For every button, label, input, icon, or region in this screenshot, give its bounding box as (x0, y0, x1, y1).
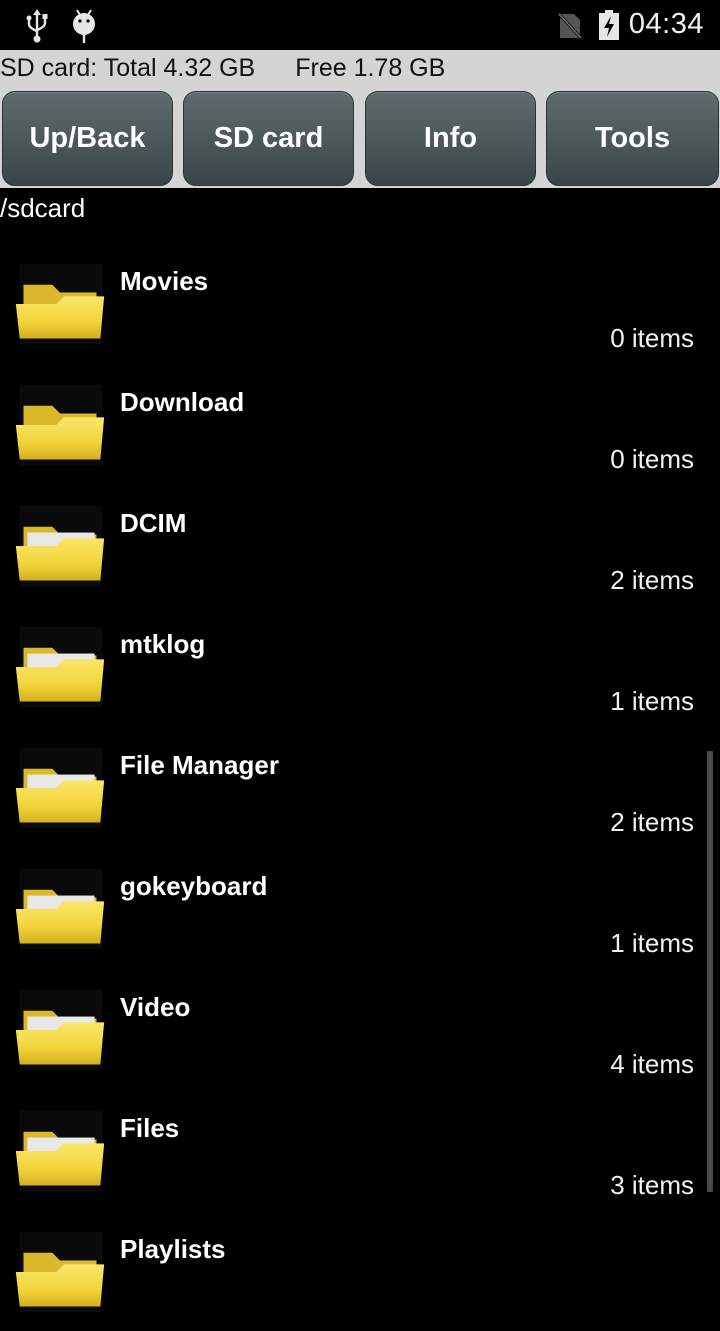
folder-item-count: 0 items (610, 323, 694, 353)
folder-empty-icon (15, 384, 105, 466)
folder-item-count: 4 items (610, 1049, 694, 1079)
folder-list: Movies 0 items Download 0 items DCIM 2 items m… (0, 242, 720, 1331)
tools-button[interactable]: Tools (546, 91, 719, 186)
android-debug-icon (73, 9, 95, 43)
no-sim-icon (556, 12, 584, 40)
sd-card-button[interactable]: SD card (183, 91, 354, 186)
folder-name: Video (120, 992, 191, 1022)
up-back-button[interactable]: Up/Back (2, 91, 173, 186)
storage-free: Free 1.78 GB (295, 54, 446, 82)
folder-row[interactable]: mtklog 1 items (0, 605, 720, 726)
folder-with-files-icon (15, 626, 105, 708)
folder-empty-icon (15, 263, 105, 345)
info-button[interactable]: Info (365, 91, 536, 186)
folder-name: Download (120, 387, 245, 417)
folder-row[interactable]: Movies 0 items (0, 242, 720, 363)
folder-row[interactable]: Video 4 items (0, 968, 720, 1089)
folder-item-count: 3 items (610, 1170, 694, 1200)
folder-name: mtklog (120, 629, 206, 659)
folder-with-files-icon (15, 868, 105, 950)
folder-row[interactable]: Playlists (0, 1210, 720, 1331)
folder-row[interactable]: File Manager 2 items (0, 726, 720, 847)
folder-item-count: 1 items (610, 928, 694, 958)
status-clock: 04:34 (628, 8, 704, 40)
folder-item-count: 0 items (610, 444, 694, 474)
folder-name: gokeyboard (120, 871, 268, 901)
storage-info: SD card: Total 4.32 GB Free 1.78 GB (0, 54, 445, 83)
folder-name: File Manager (120, 750, 279, 780)
folder-name: Movies (120, 266, 209, 296)
folder-name: DCIM (120, 508, 187, 538)
folder-with-files-icon (15, 747, 105, 829)
storage-total: SD card: Total 4.32 GB (0, 54, 256, 82)
folder-row[interactable]: Files 3 items (0, 1089, 720, 1210)
scrollbar[interactable] (707, 751, 713, 1192)
folder-with-files-icon (15, 505, 105, 587)
folder-name: Playlists (120, 1234, 226, 1264)
folder-row[interactable]: DCIM 2 items (0, 484, 720, 605)
folder-item-count: 2 items (610, 807, 694, 837)
current-path: /sdcard (0, 193, 86, 223)
folder-with-files-icon (15, 1110, 105, 1192)
folder-row[interactable]: gokeyboard 1 items (0, 847, 720, 968)
folder-item-count: 1 items (610, 686, 694, 716)
folder-with-files-icon (15, 989, 105, 1071)
status-bar: 04:34 (0, 0, 720, 50)
battery-charging-icon (599, 10, 619, 40)
folder-name: Files (120, 1113, 180, 1143)
folder-item-count: 2 items (610, 565, 694, 595)
usb-icon (26, 9, 48, 43)
folder-empty-icon (15, 1231, 105, 1313)
folder-row[interactable]: Download 0 items (0, 363, 720, 484)
